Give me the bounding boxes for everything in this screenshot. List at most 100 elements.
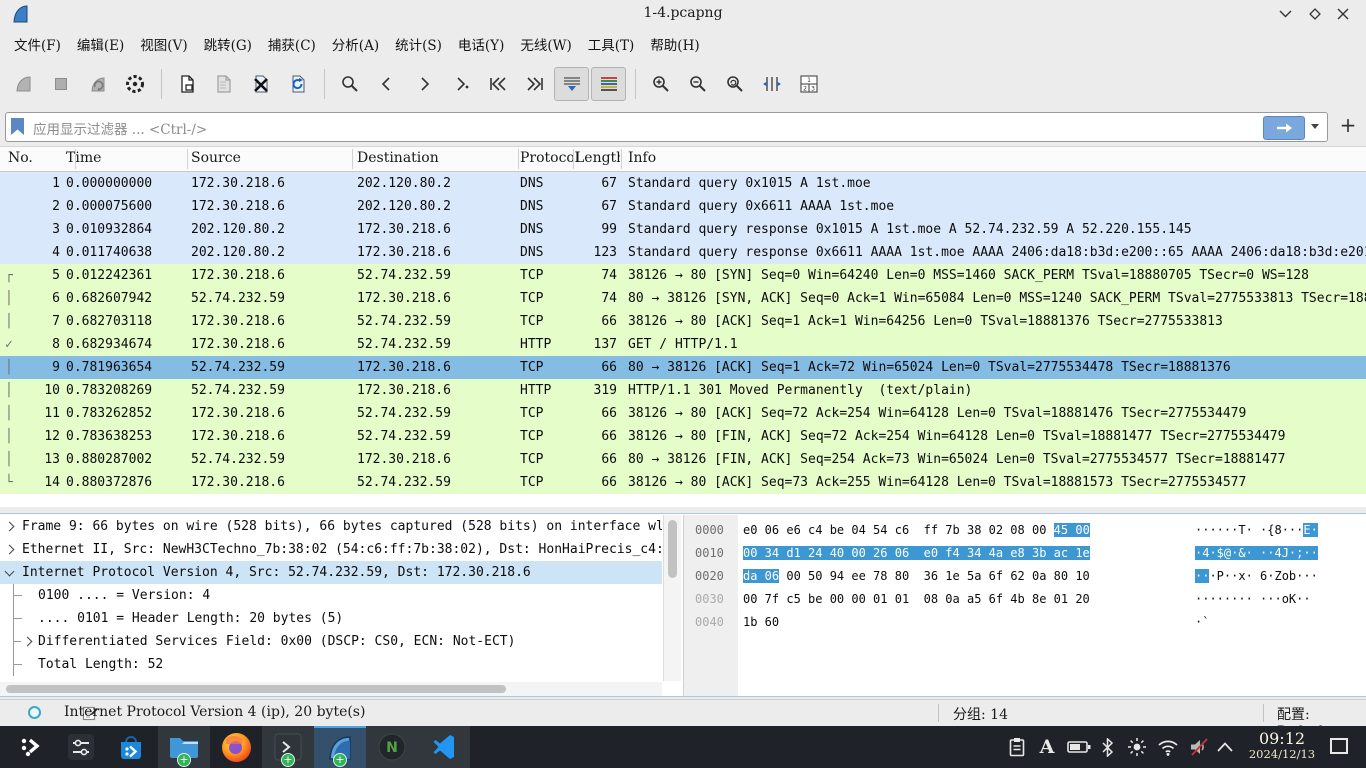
column-header-info[interactable]: Info [628,150,656,166]
hex-row-0000[interactable]: 0000e0 06 e6 c4 be 04 54 c6 ff 7b 38 02 … [684,519,1366,542]
taskbar-clock[interactable]: 09:12 2024/12/13 [1246,729,1318,761]
menu-item-view[interactable]: 视图(V) [132,31,195,57]
hex-row-0010[interactable]: 001000 34 d1 24 40 00 26 06 e0 f4 34 4a … [684,542,1366,565]
auto-scroll-toggle-icon[interactable] [554,67,589,101]
scrollbar-thumb[interactable] [6,685,506,693]
scrollbar-thumb[interactable] [668,520,677,578]
hex-ascii[interactable]: ·4·$@·&· ··4J·;·· [1195,542,1318,565]
expand-icon[interactable] [23,637,33,647]
menu-item-statistics[interactable]: 统计(S) [387,31,450,57]
details-vertical-scrollbar[interactable] [663,515,681,681]
detail-line-1[interactable]: Ethernet II, Src: NewH3CTechno_7b:38:02 … [0,538,662,561]
packet-row-10[interactable]: │100.78320826952.74.232.59172.30.218.6HT… [0,379,1366,402]
tray-volume-muted-icon[interactable] [1186,726,1212,768]
menu-item-help[interactable]: 帮助(H) [642,31,707,57]
column-header-source[interactable]: Source [191,150,241,166]
column-separator[interactable] [573,149,574,169]
hex-row-0040[interactable]: 00401b 60·` [684,611,1366,634]
go-to-packet-icon[interactable] [443,67,478,101]
taskbar-wireshark-icon[interactable]: + [314,726,366,768]
open-file-icon[interactable] [169,67,204,101]
menu-item-file[interactable]: 文件(F) [6,31,69,57]
column-header-length[interactable]: Length [575,150,620,166]
taskbar-app-store-icon[interactable] [108,726,154,768]
column-separator[interactable] [75,149,76,169]
stop-capture-icon[interactable] [43,67,78,101]
taskbar-file-manager-icon[interactable]: + [158,726,210,768]
detail-line-0[interactable]: Frame 9: 66 bytes on wire (528 bits), 66… [0,515,662,538]
packet-row-2[interactable]: 20.000075600172.30.218.6202.120.80.2DNS6… [0,195,1366,218]
zoom-reset-icon[interactable] [717,67,752,101]
filter-dropdown-caret-icon[interactable] [1311,124,1319,129]
hex-ascii[interactable]: ·` [1195,611,1209,634]
packet-bytes-pane[interactable]: 0000e0 06 e6 c4 be 04 54 c6 ff 7b 38 02 … [683,515,1366,696]
hex-bytes[interactable]: da 06 00 50 94 ee 78 80 36 1e 5a 6f 62 0… [743,565,1090,588]
menu-item-tools[interactable]: 工具(T) [580,31,643,57]
details-horizontal-scrollbar[interactable] [0,682,662,696]
taskbar-launcher-icon[interactable] [8,726,54,768]
tray-clipboard-icon[interactable] [1004,726,1030,768]
maximize-icon[interactable] [1304,5,1326,23]
column-separator[interactable] [187,149,188,169]
detail-line-4[interactable]: .... 0101 = Header Length: 20 bytes (5) [0,607,662,630]
menu-item-analyze[interactable]: 分析(A) [324,31,387,57]
hex-bytes[interactable]: 1b 60 [743,611,779,634]
hex-bytes[interactable]: 00 34 d1 24 40 00 26 06 e0 f4 34 4a e8 3… [743,542,1090,565]
show-desktop-button[interactable] [1330,738,1348,754]
restart-capture-icon[interactable] [80,67,115,101]
hex-row-0030[interactable]: 003000 7f c5 be 00 00 01 01 08 0a a5 6f … [684,588,1366,611]
packet-list-header[interactable]: No.TimeSourceDestinationProtocolLengthIn… [0,146,1366,172]
detail-line-2[interactable]: Internet Protocol Version 4, Src: 52.74.… [0,561,662,584]
taskbar-firefox-icon[interactable] [210,726,262,768]
packet-row-6[interactable]: │60.68260794252.74.232.59172.30.218.6TCP… [0,287,1366,310]
start-capture-icon[interactable] [6,67,41,101]
column-header-protocol[interactable]: Protocol [520,150,579,166]
packet-row-7[interactable]: │70.682703118172.30.218.652.74.232.59TCP… [0,310,1366,333]
go-forward-icon[interactable] [406,67,441,101]
zoom-in-icon[interactable] [643,67,678,101]
packet-row-14[interactable]: └140.880372876172.30.218.652.74.232.59TC… [0,471,1366,494]
tray-bluetooth-icon[interactable] [1096,726,1118,768]
tray-input-method-icon[interactable]: A [1034,726,1060,768]
hex-bytes[interactable]: 00 7f c5 be 00 00 01 01 08 0a a5 6f 4b 8… [743,588,1090,611]
detail-line-6[interactable]: Total Length: 52 [0,653,662,676]
packet-row-12[interactable]: │120.783638253172.30.218.652.74.232.59TC… [0,425,1366,448]
hex-row-0020[interactable]: 0020da 06 00 50 94 ee 78 80 36 1e 5a 6f … [684,565,1366,588]
hex-ascii[interactable]: ···P··x· 6·Zob··· [1195,565,1318,588]
hex-ascii[interactable]: ········ ···oK·· [1195,588,1318,611]
go-back-icon[interactable] [369,67,404,101]
taskbar-neovim-icon[interactable]: N [366,726,418,768]
packet-row-4[interactable]: 40.011740638202.120.80.2172.30.218.6DNS1… [0,241,1366,264]
menu-item-wireless[interactable]: 无线(W) [512,31,579,57]
colorize-toggle-icon[interactable] [591,67,626,101]
filter-apply-button[interactable] [1263,116,1305,140]
tray-brightness-icon[interactable] [1124,726,1150,768]
packet-row-8[interactable]: ✓80.682934674172.30.218.652.74.232.59HTT… [0,333,1366,356]
packet-row-1[interactable]: 10.000000000172.30.218.6202.120.80.2DNS6… [0,172,1366,195]
detail-line-5[interactable]: Differentiated Services Field: 0x00 (DSC… [0,630,662,653]
resize-columns-icon[interactable] [754,67,789,101]
taskbar-terminal-icon[interactable]: + [262,726,314,768]
detail-line-3[interactable]: 0100 .... = Version: 4 [0,584,662,607]
capture-options-icon[interactable] [117,67,152,101]
expand-icon[interactable] [5,545,15,555]
expert-info-icon[interactable] [28,706,41,719]
menu-item-telephony[interactable]: 电话(Y) [450,31,512,57]
column-separator[interactable] [518,149,519,169]
column-header-time[interactable]: Time [66,150,101,166]
tray-expand-icon[interactable] [1212,726,1238,768]
expand-icon[interactable] [5,522,15,532]
zoom-out-icon[interactable] [680,67,715,101]
column-separator[interactable] [352,149,353,169]
layout-chooser-icon[interactable]: 123 [791,67,826,101]
tray-wifi-icon[interactable] [1154,726,1182,768]
column-header-no[interactable]: No. [8,150,33,166]
taskbar-settings-icon[interactable] [58,726,104,768]
last-packet-icon[interactable] [517,67,552,101]
menu-item-go[interactable]: 跳转(G) [196,31,260,57]
packet-row-5[interactable]: ┌50.012242361172.30.218.652.74.232.59TCP… [0,264,1366,287]
packet-row-9[interactable]: │90.78196365452.74.232.59172.30.218.6TCP… [0,356,1366,379]
display-filter-input[interactable]: 应用显示过滤器 ... <Ctrl-/> [5,112,1328,142]
tray-battery-icon[interactable] [1064,726,1094,768]
hex-bytes[interactable]: e0 06 e6 c4 be 04 54 c6 ff 7b 38 02 08 0… [743,519,1090,542]
